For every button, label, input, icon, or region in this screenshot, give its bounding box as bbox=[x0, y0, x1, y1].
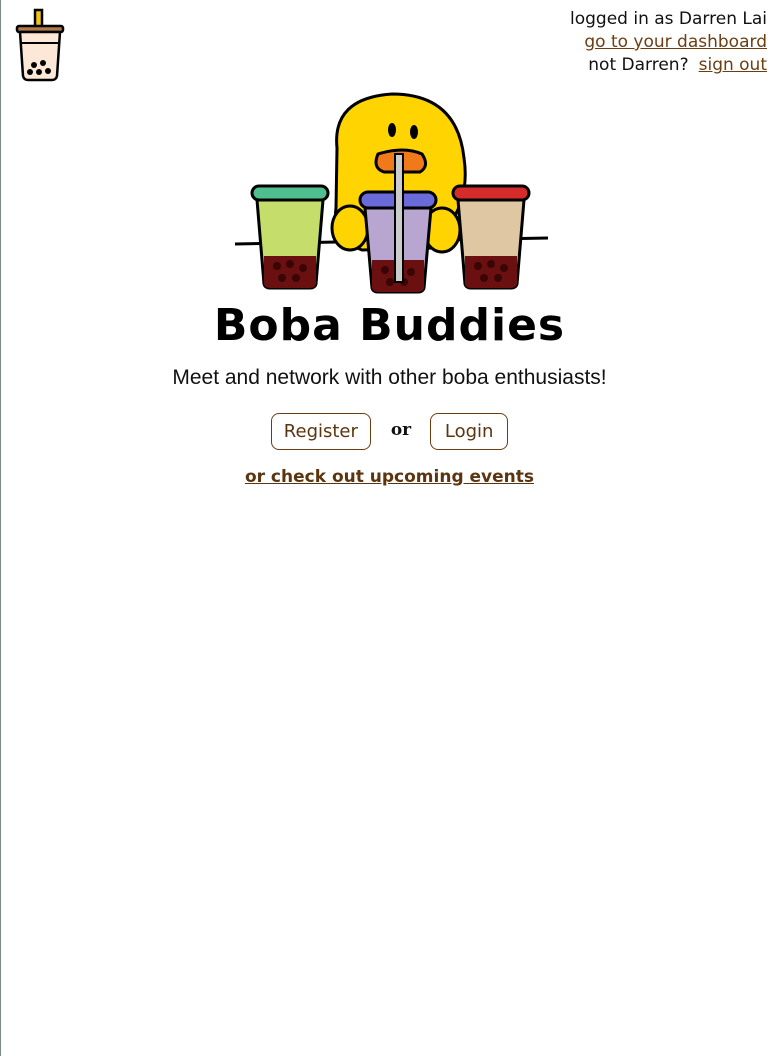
not-user-text: not Darren? bbox=[588, 55, 689, 75]
sign-out-link[interactable]: sign out bbox=[699, 55, 767, 75]
events-link-container: or check out upcoming events bbox=[0, 467, 779, 487]
auth-actions: Register or Login bbox=[0, 413, 779, 450]
page-title: Boba Buddies bbox=[213, 300, 566, 351]
login-button[interactable]: Login bbox=[430, 413, 509, 450]
logged-in-text: logged in as Darren Lai bbox=[569, 9, 767, 29]
upcoming-events-link[interactable]: or check out upcoming events bbox=[245, 467, 534, 487]
boba-cup-icon[interactable] bbox=[14, 8, 66, 84]
duck-with-boba-cups-illustration bbox=[232, 88, 550, 298]
register-button[interactable]: Register bbox=[270, 413, 371, 450]
tagline: Meet and network with other boba enthusi… bbox=[172, 366, 607, 389]
dashboard-link[interactable]: go to your dashboard bbox=[584, 32, 767, 52]
auth-status: logged in as Darren Lai go to your dashb… bbox=[570, 8, 767, 77]
or-separator: or bbox=[390, 419, 412, 440]
window-edge bbox=[0, 0, 1, 1056]
